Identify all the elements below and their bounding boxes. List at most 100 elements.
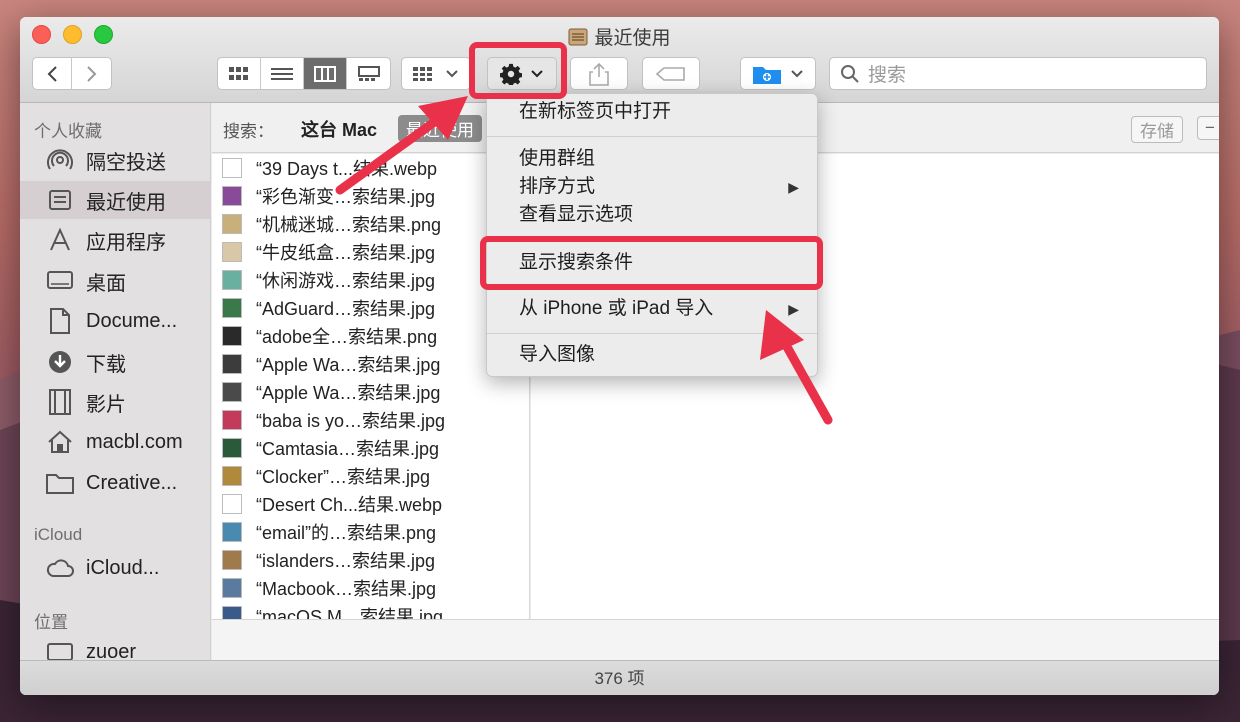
sidebar-item-movies[interactable]: 影片: [20, 383, 211, 421]
chevron-down-icon: [791, 69, 803, 77]
column-view-button[interactable]: [304, 58, 347, 89]
file-row[interactable]: “机械迷城…索结果.png: [212, 210, 529, 238]
file-name: “Desert Ch...结果.webp: [256, 495, 443, 515]
file-name: “39 Days t...结果.webp: [256, 159, 438, 179]
tag-icon: [656, 66, 685, 81]
file-name: “email”的…索结果.png: [256, 523, 437, 543]
favorites-header: 个人收藏: [34, 122, 102, 141]
file-thumbnail-icon: [222, 354, 242, 374]
file-name: “macOS M…索结果.jpg: [256, 607, 444, 619]
file-name: “islanders…索结果.jpg: [256, 551, 436, 571]
share-button[interactable]: [570, 57, 628, 90]
search-field[interactable]: 搜索: [829, 57, 1207, 90]
grid-icon: [229, 66, 248, 80]
file-row[interactable]: “Clocker”…索结果.jpg: [212, 462, 529, 490]
sidebar: 个人收藏 隔空投送 最近使用 应用程序 桌面 Docume... 下载 影片 m…: [20, 103, 211, 663]
menu-item-sort-by[interactable]: 排序方式 ▶: [487, 173, 817, 201]
file-thumbnail-icon: [222, 550, 242, 570]
sidebar-item-label: Docume...: [86, 309, 178, 332]
airdrop-icon: [46, 146, 74, 174]
list-view-button[interactable]: [261, 58, 304, 89]
file-row[interactable]: “Desert Ch...结果.webp: [212, 490, 529, 518]
file-thumbnail-icon: [222, 242, 242, 262]
save-search-button[interactable]: 存储: [1131, 116, 1183, 143]
forward-button[interactable]: [72, 58, 111, 89]
sidebar-item-label: Creative...: [86, 471, 178, 494]
menu-item-label: 从 iPhone 或 iPad 导入: [519, 298, 714, 319]
file-thumbnail-icon: [222, 410, 242, 430]
scope-recents-tab[interactable]: 最近使用: [398, 115, 482, 142]
file-row[interactable]: “macOS M…索结果.jpg: [212, 602, 529, 619]
downloads-icon: [46, 348, 74, 376]
file-thumbnail-icon: [222, 438, 242, 458]
remove-criteria-button[interactable]: −: [1197, 116, 1219, 140]
chevron-right-icon: [86, 65, 96, 82]
file-row[interactable]: “baba is yo…索结果.jpg: [212, 406, 529, 434]
file-row[interactable]: “Camtasia…索结果.jpg: [212, 434, 529, 462]
movies-icon: [46, 388, 74, 416]
sidebar-item-recents[interactable]: 最近使用: [20, 181, 211, 219]
file-thumbnail-icon: [222, 186, 242, 206]
file-name: “彩色渐变…索结果.jpg: [256, 187, 436, 207]
icloud-header: iCloud: [34, 525, 83, 544]
menu-item-use-groups[interactable]: 使用群组: [487, 145, 817, 173]
applications-icon: [46, 226, 74, 254]
sidebar-item-label: 影片: [86, 393, 126, 416]
folder-icon: [46, 469, 74, 497]
file-row[interactable]: “islanders…索结果.jpg: [212, 546, 529, 574]
file-name: “牛皮纸盒…索结果.jpg: [256, 243, 436, 263]
chevron-left-icon: [47, 65, 57, 82]
file-name: “休闲游戏…索结果.jpg: [256, 271, 436, 291]
window-title-text: 最近使用: [594, 28, 671, 49]
file-row[interactable]: “AdGuard…索结果.jpg: [212, 294, 529, 322]
file-row[interactable]: “Macbook…索结果.jpg: [212, 574, 529, 602]
gallery-view-button[interactable]: [347, 58, 390, 89]
search-placeholder: 搜索: [868, 65, 907, 86]
group-by-button[interactable]: [401, 57, 471, 90]
new-folder-button[interactable]: [740, 57, 816, 90]
sidebar-item-label: 下载: [86, 353, 126, 376]
cloud-icon: [46, 554, 74, 582]
file-row[interactable]: “Apple Wa…索结果.jpg: [212, 350, 529, 378]
file-name: “Apple Wa…索结果.jpg: [256, 355, 441, 375]
file-row[interactable]: “email”的…索结果.png: [212, 518, 529, 546]
sidebar-item-home[interactable]: macbl.com: [20, 423, 211, 461]
sidebar-item-airdrop[interactable]: 隔空投送: [20, 141, 211, 179]
folder-add-icon: [753, 66, 781, 84]
menu-item-label: 使用群组: [519, 148, 596, 169]
share-icon: [589, 62, 609, 86]
file-list: “39 Days t...结果.webp “彩色渐变…索结果.jpg “机械迷城…索…: [212, 154, 530, 619]
sidebar-item-label: 应用程序: [86, 231, 166, 254]
item-count: 376 项: [594, 669, 645, 688]
tag-button[interactable]: [642, 57, 700, 90]
menu-item-label: 查看显示选项: [519, 204, 634, 225]
file-thumbnail-icon: [222, 466, 242, 486]
sidebar-item-downloads[interactable]: 下载: [20, 343, 211, 381]
action-context-menu: 在新标签页中打开 使用群组 排序方式 ▶ 查看显示选项 显示搜索条件 从 iPho…: [486, 93, 818, 377]
file-name: “AdGuard…索结果.jpg: [256, 299, 436, 319]
sidebar-item-documents[interactable]: Docume...: [20, 302, 211, 340]
scope-label: 搜索：: [223, 122, 274, 141]
file-row[interactable]: “39 Days t...结果.webp: [212, 154, 529, 182]
file-row[interactable]: “Apple Wa…索结果.jpg: [212, 378, 529, 406]
file-thumbnail-icon: [222, 494, 242, 514]
sidebar-item-icloud-drive[interactable]: iCloud...: [20, 549, 211, 587]
menu-item-show-view-options[interactable]: 查看显示选项: [487, 201, 817, 229]
menu-item-import-images[interactable]: 导入图像: [487, 341, 817, 369]
file-row[interactable]: “adobe全…索结果.png: [212, 322, 529, 350]
menu-item-open-in-new-tab[interactable]: 在新标签页中打开: [487, 98, 817, 126]
file-row[interactable]: “彩色渐变…索结果.jpg: [212, 182, 529, 210]
sidebar-item-creative[interactable]: Creative...: [20, 464, 211, 502]
scope-this-mac[interactable]: 这台 Mac: [301, 116, 377, 142]
columns-icon: [314, 65, 336, 82]
back-button[interactable]: [33, 58, 73, 89]
icon-view-button[interactable]: [218, 58, 261, 89]
file-thumbnail-icon: [222, 382, 242, 402]
sidebar-item-applications[interactable]: 应用程序: [20, 221, 211, 259]
locations-header: 位置: [34, 613, 68, 632]
menu-item-import-from-iphone[interactable]: 从 iPhone 或 iPad 导入 ▶: [487, 295, 817, 323]
search-icon: [841, 64, 859, 83]
list-icon: [271, 67, 293, 80]
file-thumbnail-icon: [222, 326, 242, 346]
sidebar-item-desktop[interactable]: 桌面: [20, 262, 211, 300]
